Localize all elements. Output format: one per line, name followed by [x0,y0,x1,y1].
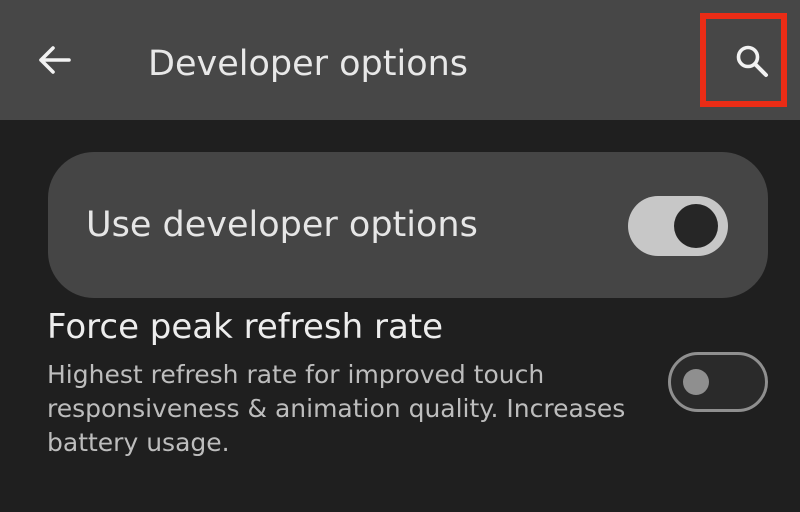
use-developer-options-card[interactable]: Use developer options [48,152,768,298]
use-developer-options-switch[interactable] [628,196,728,256]
search-highlight-box [700,13,787,107]
developer-options-screen: Developer options Use developer options … [0,0,800,512]
switch-thumb [683,369,709,395]
use-developer-options-label: Use developer options [86,205,478,245]
force-peak-refresh-rate-switch[interactable] [668,352,768,412]
force-peak-refresh-rate-title[interactable]: Force peak refresh rate [47,304,443,350]
top-app-bar: Developer options [0,0,800,120]
force-peak-refresh-rate-description: Highest refresh rate for improved touch … [47,360,626,457]
back-button[interactable] [22,28,86,92]
switch-thumb [674,204,718,248]
arrow-back-icon [39,46,71,74]
page-title: Developer options [148,44,469,84]
